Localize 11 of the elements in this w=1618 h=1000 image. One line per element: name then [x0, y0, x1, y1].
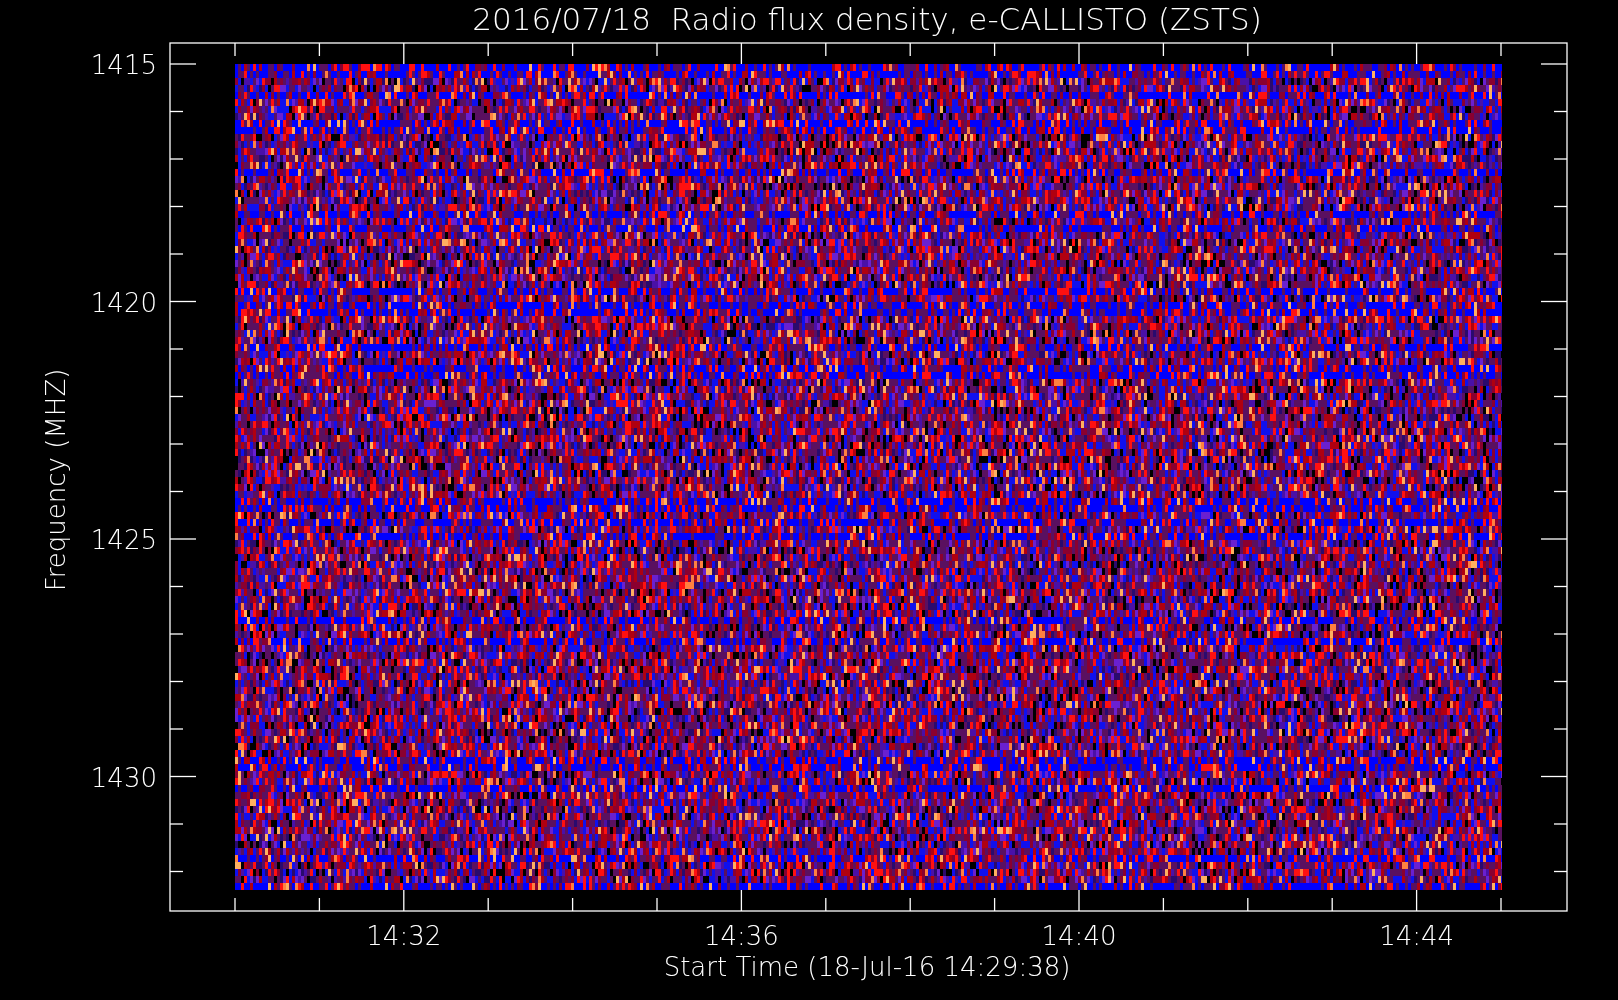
x-tick-label: 14:44	[1379, 921, 1455, 951]
y-tick-label: 1420	[90, 287, 157, 318]
y-tick-label: 1415	[90, 50, 157, 80]
x-tick-label: 14:40	[1041, 921, 1117, 951]
chart-title: 2016/07/18 Radio flux density, e-CALLISTO (ZSTS)	[472, 1, 1262, 37]
x-axis-label: Start Time (18-Jul-16 14:29:38)	[663, 952, 1071, 982]
x-tick-label: 14:32	[366, 921, 442, 951]
y-axis-label: Frequency (MHZ)	[41, 368, 71, 592]
y-tick-label: 1425	[90, 525, 157, 555]
x-tick-label: 14:36	[703, 921, 779, 951]
y-tick-label: 1430	[90, 762, 157, 793]
